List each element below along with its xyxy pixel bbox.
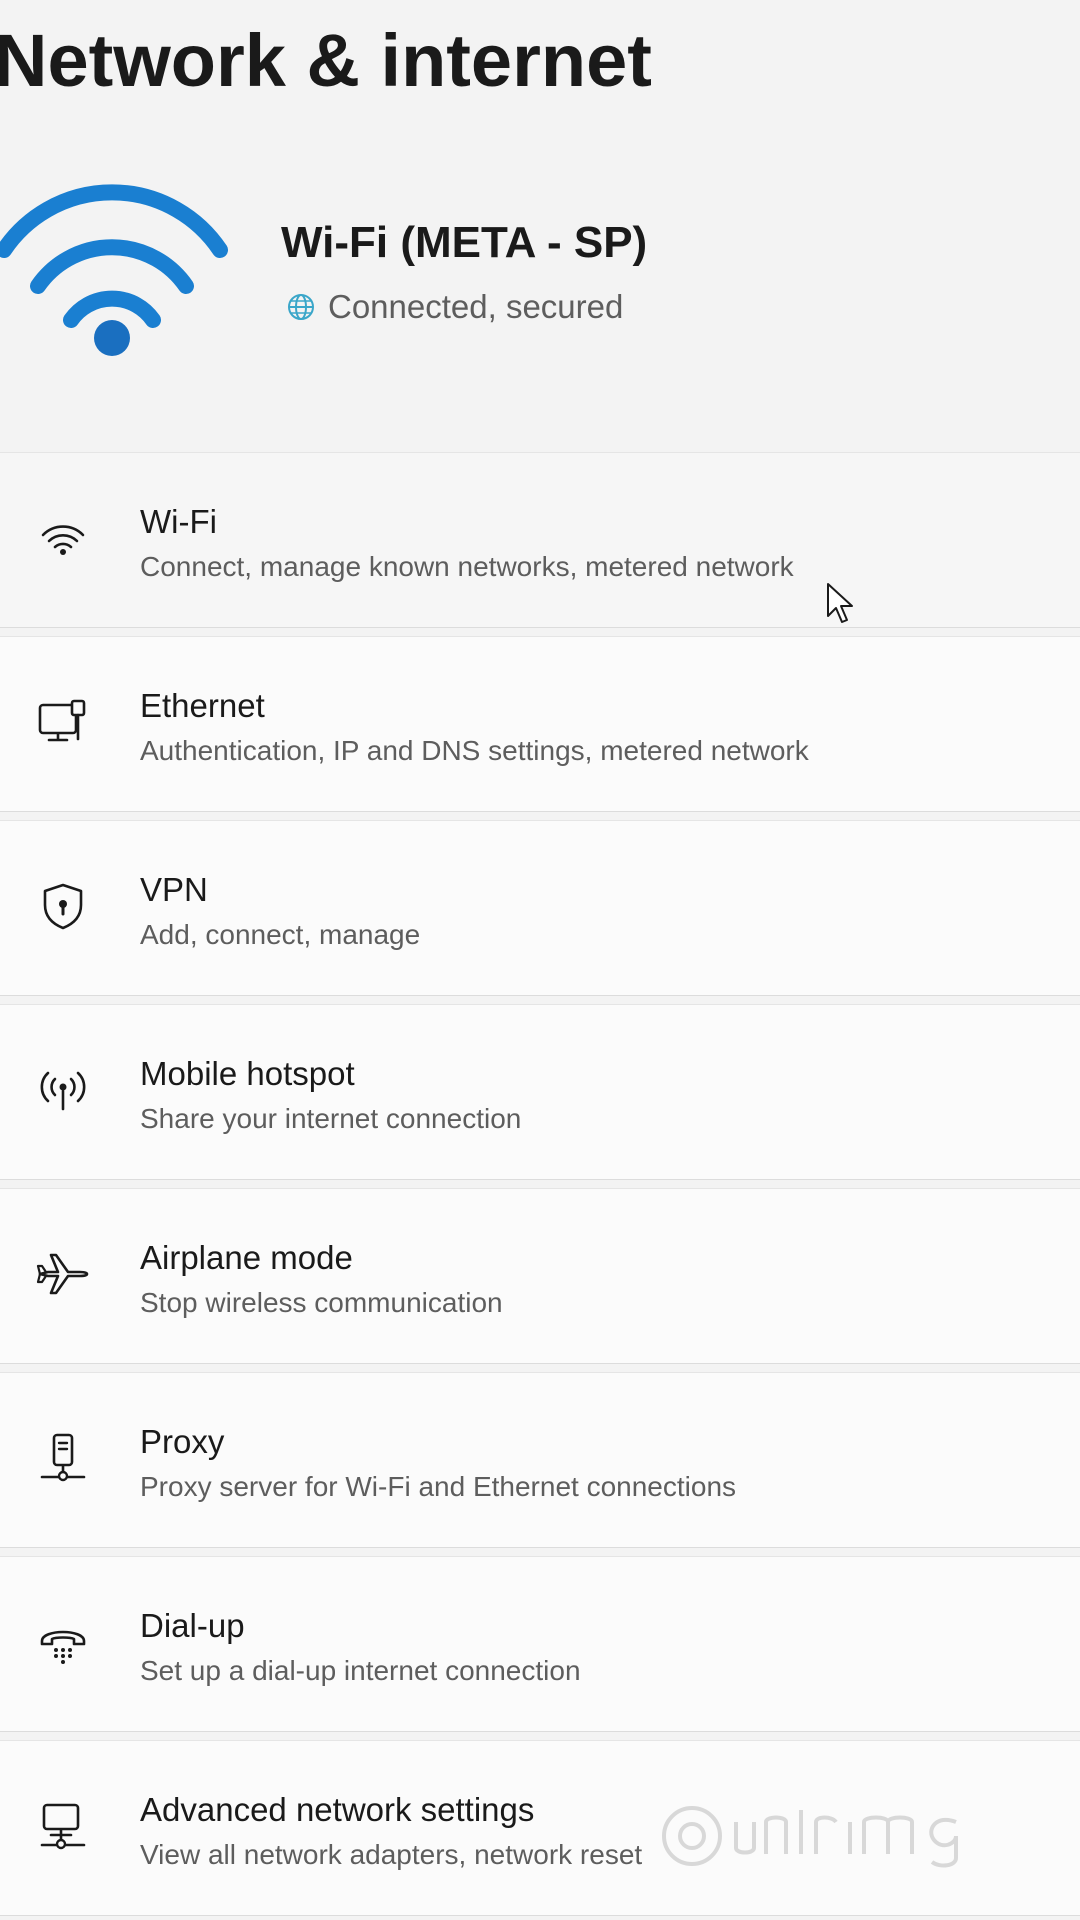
- globe-icon: [288, 294, 314, 320]
- settings-item-vpn[interactable]: VPN Add, connect, manage: [0, 820, 1080, 996]
- proxy-icon: [34, 1429, 92, 1487]
- ethernet-icon: [34, 693, 92, 751]
- item-description: Share your internet connection: [140, 1103, 522, 1134]
- shield-icon: [34, 877, 92, 935]
- settings-item-ethernet[interactable]: Ethernet Authentication, IP and DNS sett…: [0, 636, 1080, 812]
- airplane-icon: [34, 1245, 92, 1303]
- item-description: Connect, manage known networks, metered …: [140, 551, 794, 582]
- wifi-large-icon: [0, 184, 228, 356]
- settings-list: Wi-Fi Connect, manage known networks, me…: [0, 452, 1080, 1920]
- item-description: View all network adapters, network reset: [140, 1839, 643, 1870]
- item-description: Add, connect, manage: [140, 919, 421, 950]
- connection-status: Connected, secured: [286, 288, 623, 326]
- status-text: Connected, secured: [328, 288, 624, 325]
- item-title: Dial-up: [140, 1607, 245, 1644]
- settings-page: Network & internet Wi-Fi (META - SP) Con…: [0, 0, 1080, 1920]
- mouse-pointer-icon: [827, 583, 853, 623]
- item-title: VPN: [140, 871, 208, 908]
- settings-item-dial-up[interactable]: Dial-up Set up a dial-up internet connec…: [0, 1556, 1080, 1732]
- item-description: Authentication, IP and DNS settings, met…: [140, 735, 809, 766]
- wifi-icon: [34, 509, 92, 567]
- dialup-icon: [34, 1613, 92, 1671]
- item-title: Wi-Fi: [140, 503, 217, 540]
- connection-summary[interactable]: Wi-Fi (META - SP) Connected, secured: [0, 170, 1080, 356]
- item-title: Ethernet: [140, 687, 265, 724]
- network-name: Wi-Fi (META - SP): [281, 218, 648, 267]
- settings-item-wifi[interactable]: Wi-Fi Connect, manage known networks, me…: [0, 452, 1080, 628]
- settings-item-airplane-mode[interactable]: Airplane mode Stop wireless communicatio…: [0, 1188, 1080, 1364]
- item-description: Stop wireless communication: [140, 1287, 503, 1318]
- item-title: Advanced network settings: [140, 1791, 535, 1828]
- item-title: Proxy: [140, 1423, 225, 1460]
- item-title: Mobile hotspot: [140, 1055, 355, 1092]
- advanced-network-icon: [34, 1797, 92, 1855]
- watermark-logo: [662, 1806, 958, 1868]
- item-title: Airplane mode: [140, 1239, 353, 1276]
- item-description: Proxy server for Wi-Fi and Ethernet conn…: [140, 1471, 737, 1502]
- settings-item-proxy[interactable]: Proxy Proxy server for Wi-Fi and Etherne…: [0, 1372, 1080, 1548]
- page-title: Network & internet: [0, 19, 652, 102]
- item-description: Set up a dial-up internet connection: [140, 1655, 581, 1686]
- hotspot-icon: [34, 1061, 92, 1119]
- settings-item-mobile-hotspot[interactable]: Mobile hotspot Share your internet conne…: [0, 1004, 1080, 1180]
